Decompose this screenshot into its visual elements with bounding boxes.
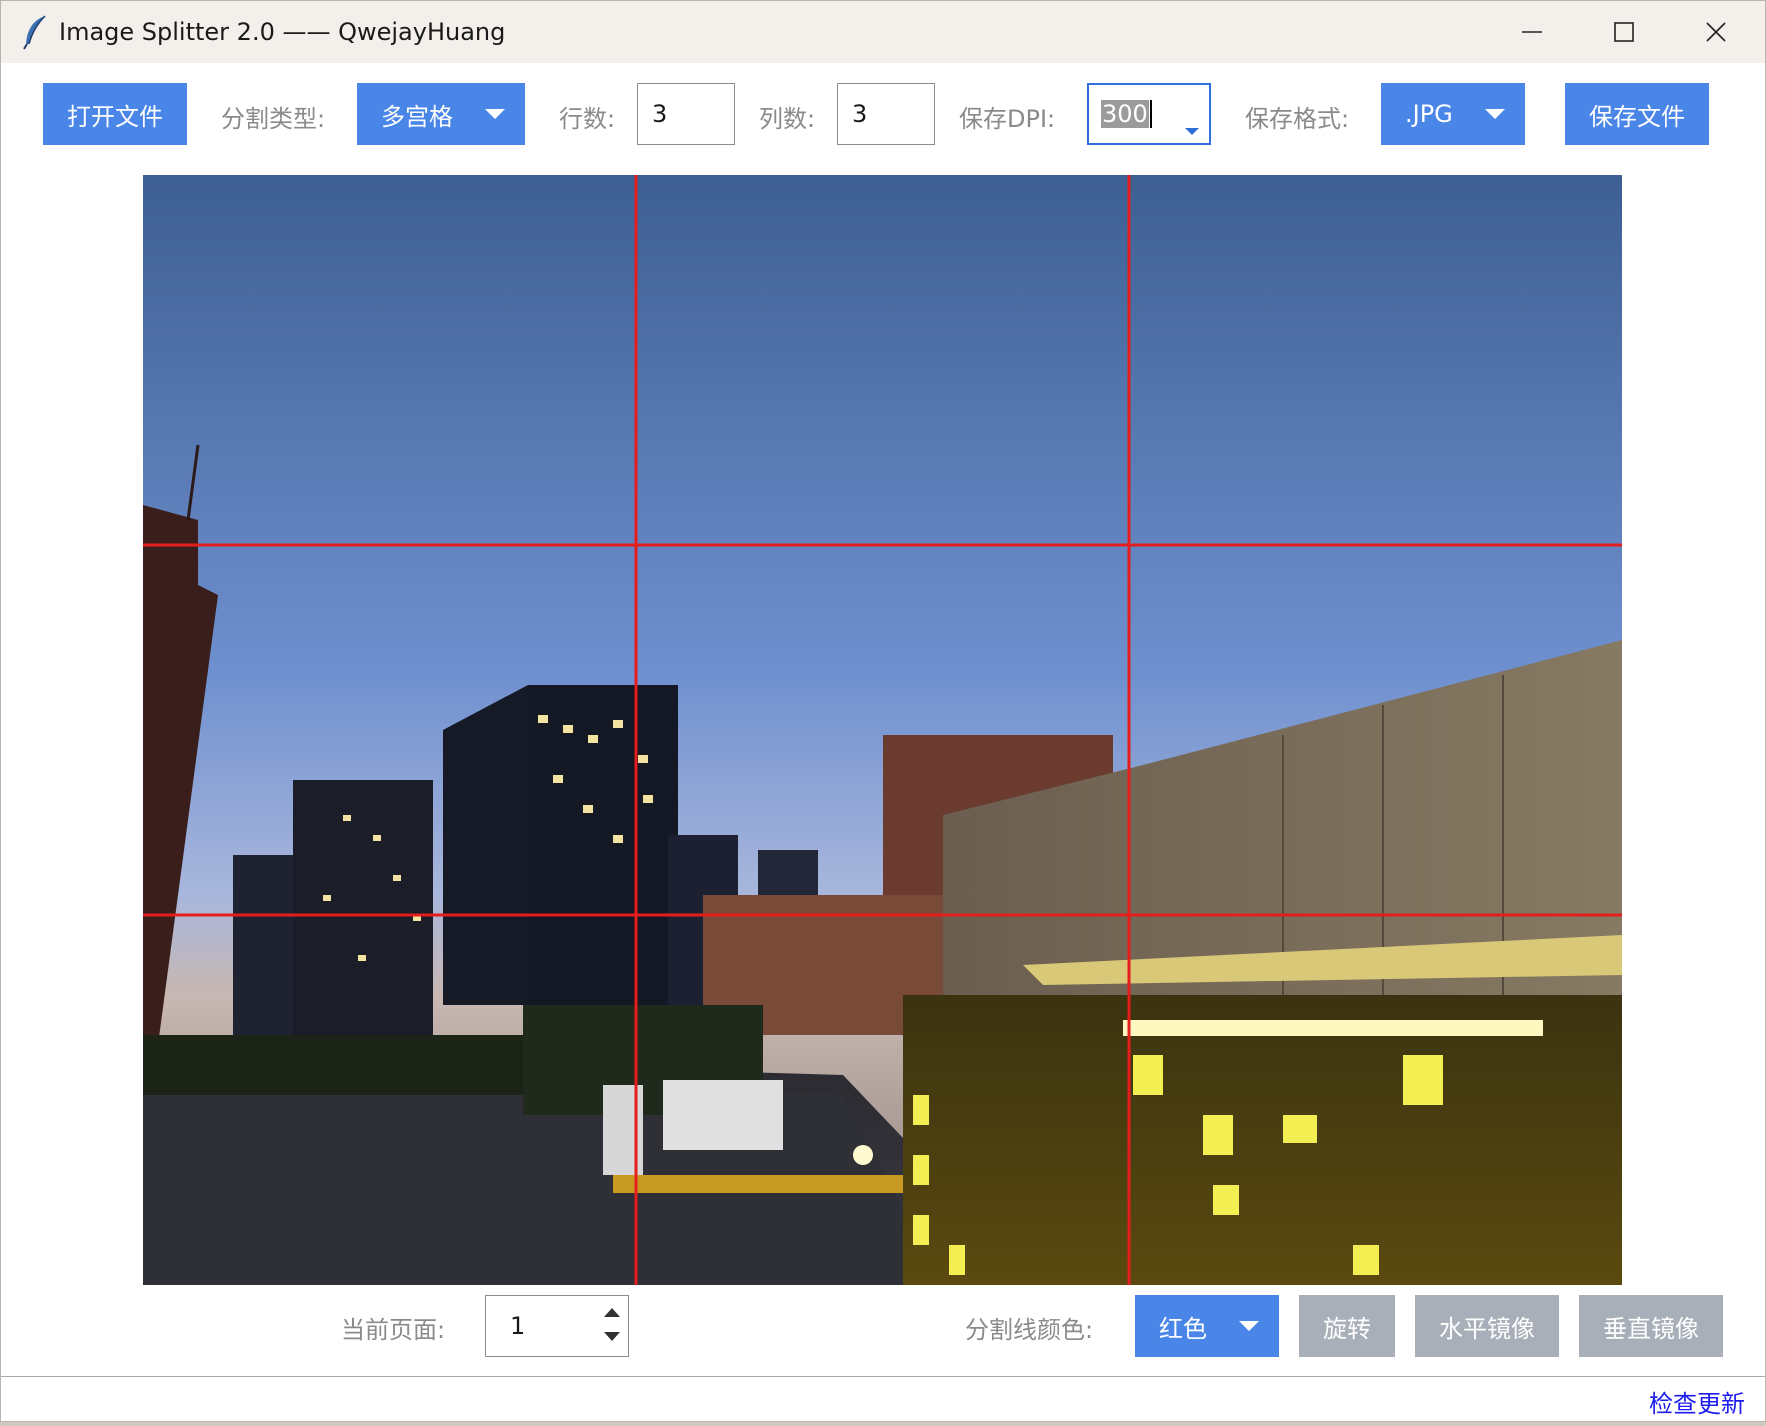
line-color-label: 分割线颜色:	[965, 1316, 1094, 1344]
photo-preview	[143, 175, 1622, 1285]
rows-label: 行数:	[559, 105, 616, 133]
dpi-label: 保存DPI:	[959, 105, 1056, 133]
line-color-dropdown[interactable]: 红色	[1135, 1295, 1279, 1357]
split-type-value: 多宫格	[381, 102, 453, 131]
current-page-label: 当前页面:	[341, 1316, 446, 1344]
vertical-mirror-button[interactable]: 垂直镜像	[1579, 1295, 1723, 1357]
line-color-value: 红色	[1159, 1314, 1207, 1343]
cols-input[interactable]: 3	[837, 83, 935, 145]
rows-value: 3	[652, 100, 668, 128]
minimize-button[interactable]	[1487, 1, 1577, 63]
save-file-button[interactable]: 保存文件	[1565, 83, 1709, 145]
cols-label: 列数:	[759, 105, 816, 133]
feather-icon	[23, 15, 46, 50]
maximize-icon	[1614, 22, 1634, 42]
rows-input[interactable]: 3	[637, 83, 735, 145]
format-dropdown[interactable]: .JPG	[1381, 83, 1525, 145]
status-bar-divider	[1, 1376, 1765, 1377]
app-window: Image Splitter 2.0 —— QwejayHuang 打开文件 分…	[0, 0, 1766, 1422]
check-update-link[interactable]: 检查更新	[1649, 1384, 1745, 1419]
split-type-dropdown[interactable]: 多宫格	[357, 83, 525, 145]
format-value: .JPG	[1405, 100, 1453, 128]
chevron-down-icon	[485, 109, 505, 119]
horizontal-mirror-button[interactable]: 水平镜像	[1415, 1295, 1559, 1357]
dpi-value: 300	[1101, 100, 1149, 128]
maximize-button[interactable]	[1579, 1, 1669, 63]
title-bar[interactable]: Image Splitter 2.0 —— QwejayHuang	[1, 1, 1765, 63]
page-spinbox[interactable]: 1	[485, 1295, 629, 1357]
chevron-down-icon	[1239, 1321, 1259, 1331]
page-value: 1	[510, 1312, 526, 1340]
dpi-combobox[interactable]: 300	[1087, 83, 1211, 145]
close-icon	[1706, 22, 1726, 42]
split-type-label: 分割类型:	[221, 105, 326, 133]
minimize-icon	[1522, 31, 1542, 33]
chevron-down-icon	[1485, 109, 1505, 119]
spin-up-icon[interactable]	[604, 1308, 620, 1317]
open-file-button[interactable]: 打开文件	[43, 83, 187, 145]
text-cursor	[1149, 100, 1152, 128]
cols-value: 3	[852, 100, 868, 128]
spin-down-icon[interactable]	[604, 1332, 620, 1341]
format-label: 保存格式:	[1245, 105, 1350, 133]
chevron-down-icon[interactable]	[1185, 128, 1199, 135]
rotate-button[interactable]: 旋转	[1299, 1295, 1395, 1357]
close-button[interactable]	[1671, 1, 1761, 63]
window-title: Image Splitter 2.0 —— QwejayHuang	[59, 18, 506, 46]
image-preview[interactable]	[143, 175, 1622, 1285]
